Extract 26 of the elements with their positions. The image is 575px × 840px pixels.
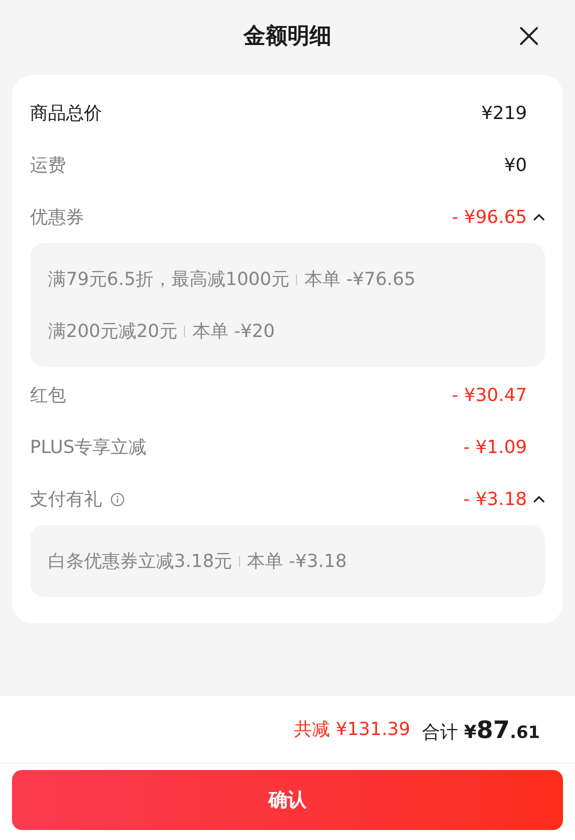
- row-label: 优惠券: [30, 206, 84, 230]
- row-label: 红包: [30, 384, 66, 408]
- chevron-up-icon[interactable]: [533, 495, 545, 503]
- row-label: PLUS专享立减: [30, 436, 147, 460]
- close-icon[interactable]: [519, 26, 539, 46]
- detail-value: 本单 -¥20: [192, 320, 275, 344]
- chevron-up-icon[interactable]: [533, 213, 545, 221]
- row-amount: - ¥96.65: [452, 206, 527, 230]
- row-label: 商品总价: [30, 102, 102, 126]
- row-amount: - ¥1.09: [463, 436, 527, 460]
- row-amount: - ¥30.47: [452, 384, 527, 408]
- row-amount: - ¥3.18: [463, 488, 527, 512]
- confirm-button[interactable]: 确认: [12, 770, 563, 830]
- detail-condition: 满79元6.5折，最高减1000元: [48, 268, 290, 292]
- dialog-title: 金额明细: [244, 22, 332, 50]
- detail-condition: 白条优惠券立减3.18元: [48, 550, 232, 574]
- saved-amount: 共减 ¥131.39: [294, 718, 410, 742]
- row-label: 运费: [30, 154, 66, 178]
- total-amount: 合计 ¥87.61: [422, 714, 540, 746]
- row-label: 支付有礼: [30, 488, 102, 512]
- detail-value: 本单 -¥76.65: [304, 268, 416, 292]
- detail-value: 本单 -¥3.18: [247, 550, 347, 574]
- detail-condition: 满200元减20元: [48, 320, 178, 344]
- row-amount: ¥219: [481, 102, 527, 126]
- row-amount: ¥0: [504, 154, 527, 178]
- info-icon[interactable]: [110, 492, 125, 506]
